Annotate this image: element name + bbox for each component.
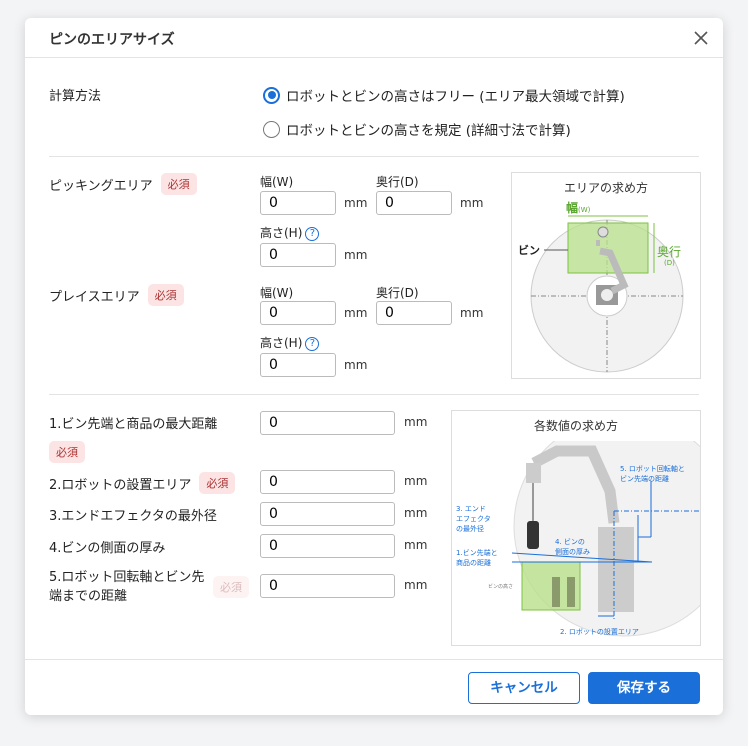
place-depth-input[interactable] — [376, 301, 452, 325]
param-1-label: 1.ビン先端と商品の最大距離 — [49, 417, 218, 432]
picking-area-label: ピッキングエリア — [49, 178, 153, 194]
required-badge: 必須 — [49, 441, 85, 463]
required-badge: 必須 — [199, 472, 236, 494]
unit-label: mm — [460, 196, 484, 210]
label-1b: 商品の距離 — [456, 559, 491, 567]
label-4b: 側面の厚み — [555, 548, 590, 556]
area-diagram-illustration — [530, 215, 684, 373]
param-5-label: 5.ロボット回転軸とビン先端までの距離 — [49, 570, 205, 604]
label-4a: 4. ビンの — [555, 538, 585, 546]
area-diagram-panel: エリアの求め方 幅(W) 奥行 (D) ビン — [511, 172, 701, 379]
param-3-label: 3.エンドエフェクタの最外径 — [49, 509, 217, 524]
divider — [49, 394, 699, 395]
param-5-input[interactable] — [260, 574, 395, 598]
required-badge: 必須 — [160, 173, 197, 195]
required-badge: 必須 — [147, 284, 184, 306]
width-label: 幅(W) — [566, 199, 590, 216]
label-2: 2. ロボットの設置エリア — [560, 628, 639, 636]
picking-width-label: 幅(W) — [260, 175, 294, 189]
picking-height-label: 高さ(H)? — [260, 224, 320, 241]
width-sub: (W) — [578, 206, 591, 214]
calc-method-label: 計算方法 — [49, 89, 102, 104]
param-4-input[interactable] — [260, 534, 395, 558]
param-2-label: 2.ロボットの設置エリア — [49, 477, 192, 493]
unit-label: mm — [460, 306, 484, 320]
place-area-label: プレイスエリア — [49, 289, 140, 305]
param-2-input[interactable] — [260, 470, 395, 494]
param-4-label: 4.ビンの側面の厚み — [49, 541, 166, 556]
label-3b: エフェクタ — [456, 515, 491, 523]
label-5: 5. ロボット回転軸と ビン先端の距離 — [620, 464, 685, 484]
depth-sub: (D) — [664, 259, 675, 267]
radio-label: ロボットとビンの高さを規定 (詳細寸法で計算) — [286, 123, 571, 139]
cancel-button[interactable]: キャンセル — [468, 672, 580, 704]
unit-label: mm — [404, 506, 428, 520]
help-icon[interactable]: ? — [305, 336, 320, 351]
value-diagram-title: 各数値の求め方 — [533, 419, 618, 433]
required-badge-disabled: 必須 — [213, 576, 249, 598]
value-diagram-panel: 各数値の求め方 3. エンド エフェクタの最外径 1.ビン先端と 商品の距離 4. … — [451, 410, 701, 646]
place-height-input[interactable] — [260, 353, 336, 377]
unit-label: mm — [344, 196, 368, 210]
dialog-title: ピンのエリアサイズ — [49, 32, 175, 48]
bin-label: ビン — [518, 244, 540, 257]
unit-label: mm — [404, 538, 428, 552]
dialog-header: ピンのエリアサイズ — [25, 18, 723, 58]
bin-height-label: ビンの高さ — [488, 584, 514, 590]
radio-label: ロボットとビンの高さはフリー (エリア最大領域で計算) — [286, 89, 625, 105]
label-3a: 3. エンド — [456, 505, 486, 513]
label-3c: の最外径 — [456, 525, 484, 533]
unit-label: mm — [344, 358, 368, 372]
width-text: 幅 — [566, 201, 579, 215]
bin-area-dialog: ピンのエリアサイズ 計算方法 ロボットとビンの高さはフリー (エリア最大領域で計… — [25, 18, 723, 715]
unit-label: mm — [344, 306, 368, 320]
place-width-input[interactable] — [260, 301, 336, 325]
unit-label: mm — [404, 474, 428, 488]
unit-label: mm — [404, 415, 428, 429]
radio-checked-icon — [263, 86, 280, 104]
label-5a: 5. ロボット回転軸と — [620, 465, 685, 473]
label-1: 1.ビン先端と 商品の距離 — [456, 548, 498, 568]
label-5b: ビン先端の距離 — [620, 475, 669, 483]
label-1a: 1.ビン先端と — [456, 549, 498, 557]
label-4: 4. ビンの 側面の厚み — [555, 537, 590, 557]
label-3: 3. エンド エフェクタの最外径 — [456, 504, 491, 534]
place-area-heading: プレイスエリア 必須 — [49, 284, 184, 306]
picking-depth-input[interactable] — [376, 191, 452, 215]
place-depth-label: 奥行(D) — [376, 286, 419, 300]
save-button[interactable]: 保存する — [588, 672, 700, 704]
height-label-text: 高さ(H) — [260, 336, 303, 350]
area-diagram-title: エリアの求め方 — [563, 181, 648, 195]
depth-label: 奥行 — [657, 245, 682, 259]
unit-label: mm — [404, 578, 428, 592]
close-icon[interactable] — [691, 28, 711, 48]
divider — [49, 156, 699, 157]
radio-fixed-height[interactable]: ロボットとビンの高さを規定 (詳細寸法で計算) — [263, 119, 571, 139]
dialog-footer: キャンセル 保存する — [25, 659, 723, 715]
place-width-label: 幅(W) — [260, 286, 294, 300]
radio-free-height[interactable]: ロボットとビンの高さはフリー (エリア最大領域で計算) — [263, 85, 625, 105]
picking-depth-label: 奥行(D) — [376, 175, 419, 189]
place-height-label: 高さ(H)? — [260, 334, 320, 351]
unit-label: mm — [344, 248, 368, 262]
picking-area-heading: ピッキングエリア 必須 — [49, 173, 197, 195]
param-3-input[interactable] — [260, 502, 395, 526]
picking-height-input[interactable] — [260, 243, 336, 267]
radio-unchecked-icon — [263, 120, 280, 138]
picking-width-input[interactable] — [260, 191, 336, 215]
height-label-text: 高さ(H) — [260, 226, 303, 240]
param-2-heading: 2.ロボットの設置エリア 必須 — [49, 472, 236, 494]
help-icon[interactable]: ? — [305, 226, 320, 241]
param-1-input[interactable] — [260, 411, 395, 435]
